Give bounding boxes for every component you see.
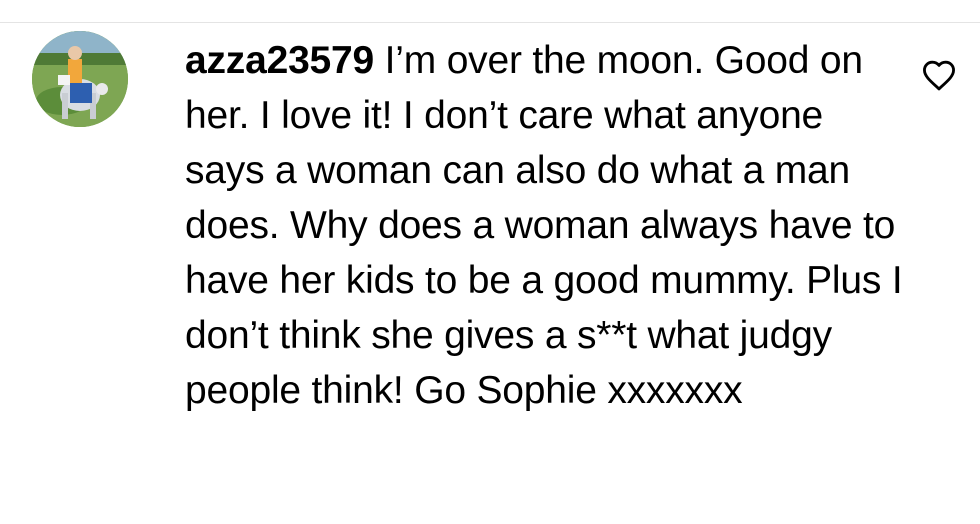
- comment-username[interactable]: azza23579: [185, 39, 374, 82]
- comment-view: azza23579 I’m over the moon. Good on her…: [0, 0, 980, 524]
- like-button[interactable]: [920, 58, 958, 94]
- avatar-photo-icon: [32, 31, 128, 127]
- comment-text-block: azza23579 I’m over the moon. Good on her…: [185, 33, 905, 418]
- comment-text: I’m over the moon. Good on her. I love i…: [185, 39, 903, 412]
- comment-item: azza23579 I’m over the moon. Good on her…: [0, 0, 980, 524]
- avatar[interactable]: [32, 31, 128, 127]
- heart-outline-icon: [923, 60, 955, 91]
